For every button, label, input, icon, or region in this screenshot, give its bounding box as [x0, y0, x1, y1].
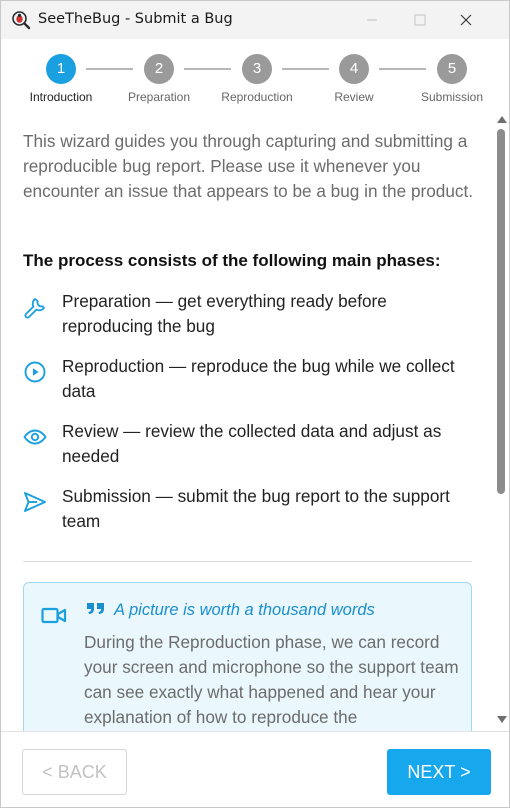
video-camera-icon: [41, 607, 67, 624]
step-submission[interactable]: 5 Submission: [402, 54, 502, 104]
phase-text: Reproduction — reproduce the bug while w…: [62, 356, 455, 401]
step-number: 4: [339, 54, 369, 84]
phases-heading: The process consists of the following ma…: [23, 251, 441, 270]
play-circle-icon: [24, 361, 46, 383]
quote-icon: [87, 603, 104, 614]
step-label: Introduction: [29, 90, 93, 104]
eye-icon: [23, 429, 47, 445]
close-button[interactable]: [443, 1, 489, 39]
step-preparation[interactable]: 2 Preparation: [109, 54, 209, 104]
minimize-icon: [367, 19, 377, 21]
callout-title: A picture is worth a thousand words: [114, 601, 375, 619]
phase-text: Review — review the collected data and a…: [62, 421, 442, 466]
wizard-footer: < BACK NEXT >: [1, 731, 509, 807]
maximize-icon: [414, 14, 426, 26]
step-label: Submission: [420, 90, 484, 104]
step-introduction[interactable]: 1 Introduction: [11, 54, 111, 104]
bug-app-icon: [12, 11, 31, 30]
step-label: Preparation: [127, 90, 191, 104]
step-label: Review: [334, 90, 374, 104]
app-window: SeeTheBug - Submit a Bug 1 Introduction …: [0, 0, 510, 808]
scroll-down-arrow-icon[interactable]: [496, 715, 508, 725]
phase-text: Preparation — get everything ready befor…: [62, 291, 387, 336]
scroll-thumb[interactable]: [497, 129, 505, 494]
step-number: 1: [46, 54, 76, 84]
title-bar: SeeTheBug - Submit a Bug: [1, 1, 509, 39]
step-label: Reproduction: [221, 90, 293, 104]
wizard-stepper: 1 Introduction 2 Preparation 3 Reproduct…: [1, 39, 509, 109]
window-title: SeeTheBug - Submit a Bug: [38, 11, 233, 27]
intro-text: This wizard guides you through capturing…: [23, 131, 474, 201]
close-icon: [460, 14, 472, 26]
maximize-button[interactable]: [397, 1, 443, 39]
next-button[interactable]: NEXT >: [387, 749, 491, 795]
step-reproduction[interactable]: 3 Reproduction: [207, 54, 307, 104]
scroll-up-arrow-icon[interactable]: [496, 114, 508, 124]
vertical-scrollbar[interactable]: [494, 109, 509, 731]
back-button[interactable]: < BACK: [22, 749, 127, 795]
callout-body: During the Reproduction phase, we can re…: [84, 632, 459, 727]
wrench-icon: [24, 298, 45, 319]
send-icon: [24, 492, 46, 512]
step-number: 2: [144, 54, 174, 84]
step-number: 5: [437, 54, 467, 84]
minimize-button[interactable]: [349, 1, 395, 39]
divider: [23, 561, 472, 562]
phase-text: Submission — submit the bug report to th…: [62, 486, 450, 531]
tip-callout: A picture is worth a thousand words Duri…: [23, 582, 472, 731]
step-number: 3: [242, 54, 272, 84]
step-review[interactable]: 4 Review: [304, 54, 404, 104]
wizard-content: This wizard guides you through capturing…: [1, 109, 494, 731]
